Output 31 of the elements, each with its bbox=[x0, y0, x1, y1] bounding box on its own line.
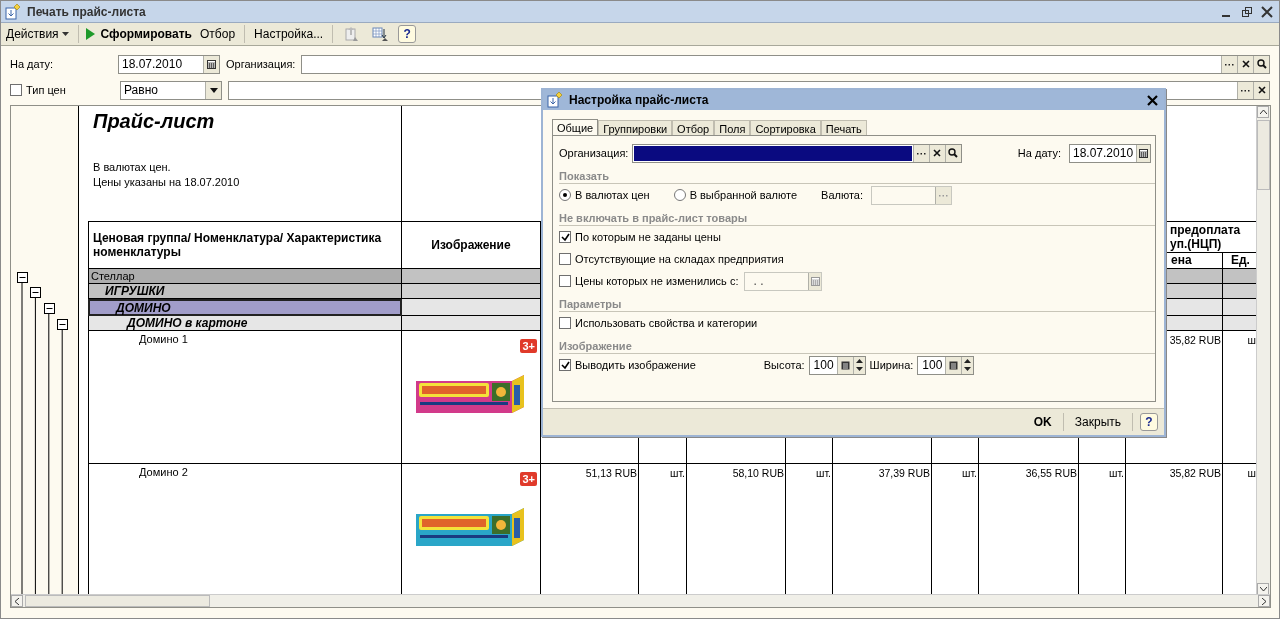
section-title: Параметры bbox=[559, 298, 622, 310]
age-badge: 3+ bbox=[520, 472, 537, 486]
date-label: На дату: bbox=[1017, 147, 1061, 159]
organization-label: Организация: bbox=[225, 58, 297, 70]
width-label: Ширина: bbox=[869, 359, 914, 371]
checkbox-label: Выводить изображение bbox=[575, 359, 696, 371]
checkbox-label: Цены которых не изменились с: bbox=[575, 275, 739, 287]
radio-label: В валютах цен bbox=[575, 189, 650, 201]
checkbox-label: Отсутствующие на складах предприятия bbox=[575, 253, 784, 265]
organization-label: Организация: bbox=[559, 147, 629, 159]
header-line: предоплата bbox=[1170, 223, 1242, 237]
dialog-title: Настройка прайс-листа bbox=[569, 93, 709, 107]
section-title: Не включать в прайс-лист товары bbox=[559, 212, 748, 224]
height-label: Высота: bbox=[763, 359, 805, 371]
date-label: На дату: bbox=[10, 58, 55, 70]
header-line: уп.(НЦП) bbox=[1170, 237, 1223, 251]
report-note: В валютах цен. bbox=[93, 161, 171, 173]
section-title: Изображение bbox=[559, 340, 632, 352]
checkbox-label: Использовать свойства и категории bbox=[575, 317, 758, 329]
date-value: . . bbox=[745, 272, 809, 290]
section-title: Показать bbox=[559, 170, 609, 182]
item-name-cell: Домино 1 bbox=[88, 331, 402, 464]
report-note: Цены указаны на 18.07.2010 bbox=[93, 176, 240, 188]
report-title: Прайс-лист bbox=[93, 110, 215, 133]
checkbox-label: По которым не заданы цены bbox=[575, 231, 721, 243]
window-title: Печать прайс-листа bbox=[27, 4, 146, 19]
radio-label: В выбранной валюте bbox=[689, 189, 798, 201]
currency-label: Валюта: bbox=[821, 189, 864, 201]
column-header: Ценовая группа/ Номенклатура/ Характеристика номенклатуры bbox=[88, 221, 402, 269]
price-type-label: Тип цен bbox=[25, 84, 67, 96]
age-badge: 3+ bbox=[520, 339, 537, 353]
